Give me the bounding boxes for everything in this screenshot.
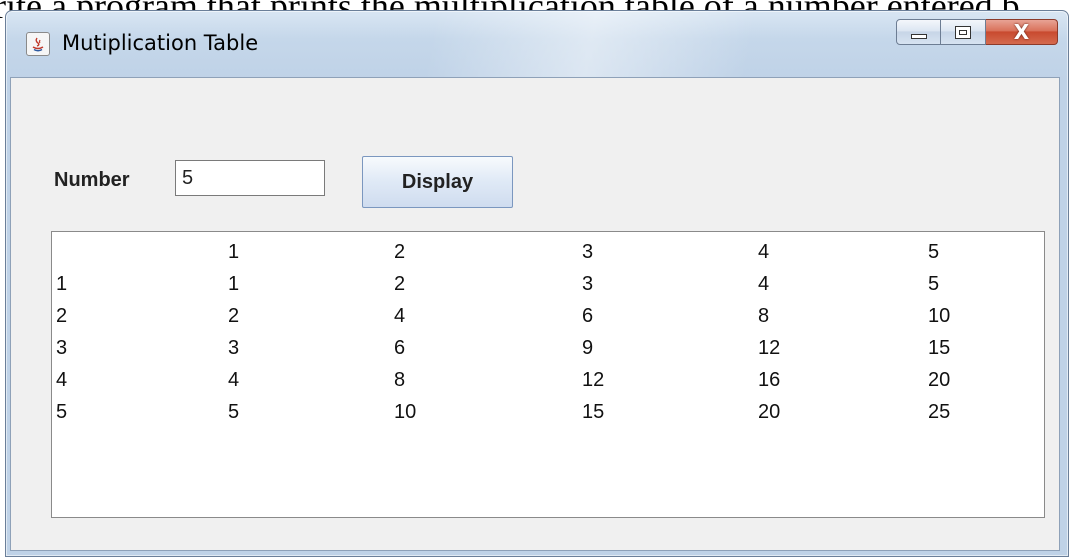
maximize-icon — [955, 26, 971, 39]
table-cell: 6 — [394, 337, 406, 359]
output-text-area[interactable]: 1 2 3 4 5 1 1 2 3 4 5 2 2 4 6 8 10 3 3 6 9 12 15 4 4 8 12 16 20 5 5 10 1… — [51, 231, 1045, 518]
table-cell: 6 — [582, 305, 594, 327]
close-icon: X — [1013, 20, 1030, 44]
table-cell: 8 — [758, 305, 770, 327]
table-header-cell: 1 — [228, 241, 240, 263]
table-cell: 1 — [228, 273, 240, 295]
maximize-button[interactable] — [941, 19, 986, 45]
table-row-label: 2 — [56, 305, 68, 327]
table-cell: 5 — [928, 273, 940, 295]
window-controls: X — [896, 19, 1058, 47]
window-title: Mutiplication Table — [62, 31, 259, 55]
table-row-label: 4 — [56, 369, 68, 391]
table-header-cell: 4 — [758, 241, 770, 263]
table-header-cell: 5 — [928, 241, 940, 263]
table-cell: 3 — [228, 337, 240, 359]
table-cell: 5 — [228, 401, 240, 423]
table-cell: 2 — [394, 273, 406, 295]
table-cell: 4 — [758, 273, 770, 295]
table-cell: 3 — [582, 273, 594, 295]
number-input[interactable] — [175, 160, 325, 196]
table-cell: 15 — [582, 401, 605, 423]
table-cell: 12 — [582, 369, 605, 391]
table-cell: 20 — [928, 369, 951, 391]
close-button[interactable]: X — [986, 19, 1058, 45]
table-header-cell: 2 — [394, 241, 406, 263]
table-row-label: 5 — [56, 401, 68, 423]
table-cell: 12 — [758, 337, 781, 359]
table-cell: 16 — [758, 369, 781, 391]
table-cell: 20 — [758, 401, 781, 423]
minimize-icon — [911, 34, 927, 39]
table-row-label: 3 — [56, 337, 68, 359]
app-window: Mutiplication Table X Number Display 123… — [5, 10, 1069, 557]
table-cell: 8 — [394, 369, 406, 391]
table-cell: 10 — [394, 401, 417, 423]
display-button[interactable]: Display — [362, 156, 513, 208]
table-header-cell: 3 — [582, 241, 594, 263]
table-cell: 15 — [928, 337, 951, 359]
minimize-button[interactable] — [896, 19, 941, 45]
table-cell: 4 — [228, 369, 240, 391]
content-pane: Number Display 1234511234522468103369121… — [10, 77, 1060, 551]
java-icon[interactable] — [26, 32, 50, 56]
number-label: Number — [54, 169, 130, 191]
table-row-label: 1 — [56, 273, 68, 295]
table-cell: 2 — [228, 305, 240, 327]
table-cell: 25 — [928, 401, 951, 423]
table-cell: 9 — [582, 337, 594, 359]
table-cell: 4 — [394, 305, 406, 327]
table-cell: 10 — [928, 305, 951, 327]
